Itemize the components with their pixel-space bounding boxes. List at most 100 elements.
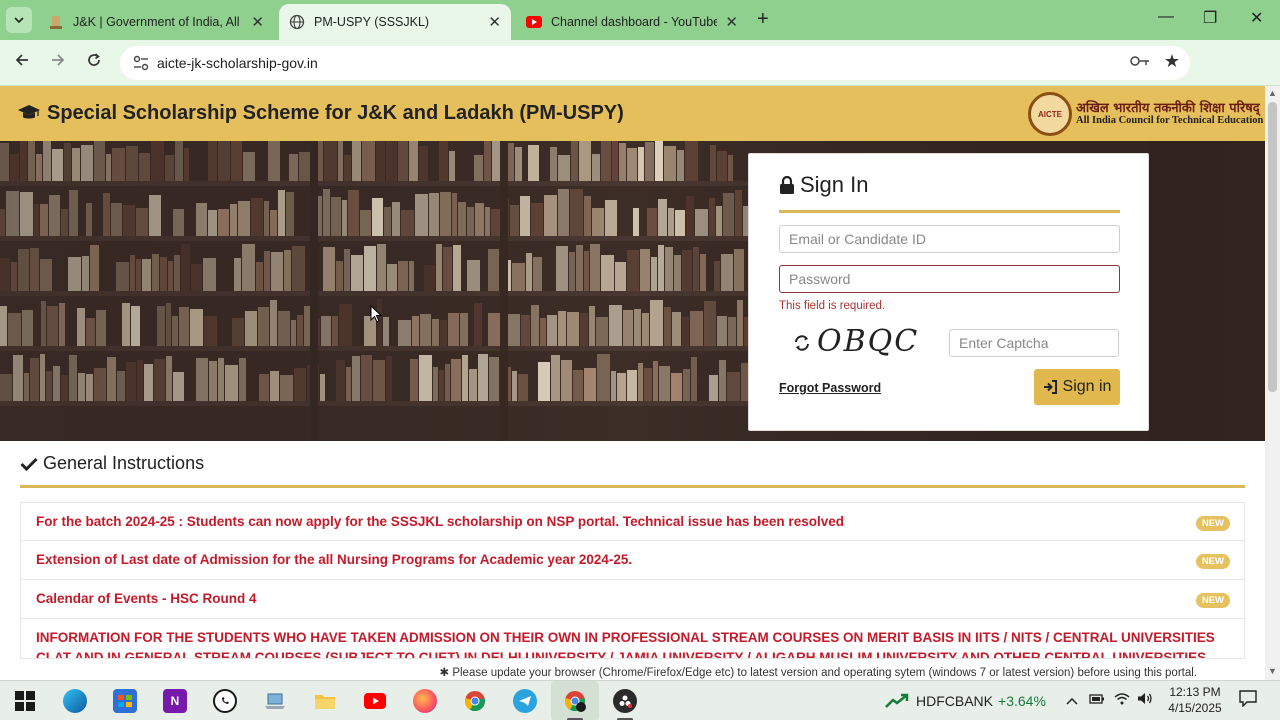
graduation-cap-icon [18, 105, 40, 119]
instructions-divider [20, 485, 1245, 488]
browser-toolbar: aicte-jk-scholarship-gov.in ★ S ⋮ [0, 40, 1280, 115]
signin-button-label: Sign in [1062, 378, 1112, 395]
forward-button[interactable] [50, 52, 66, 73]
tab-title: PM-USPY (SSSJKL) [314, 15, 430, 29]
notice-item[interactable]: INFORMATION FOR THE STUDENTS WHO HAVE TA… [20, 619, 1245, 659]
globe-icon [289, 14, 305, 30]
refresh-captcha-icon[interactable] [793, 334, 811, 357]
page-scrollbar[interactable]: ▲ ▼ [1265, 86, 1280, 680]
notification-icon[interactable] [1239, 690, 1257, 710]
telegram-icon[interactable] [513, 689, 537, 713]
mouse-cursor-icon [370, 305, 382, 323]
captcha-input[interactable]: Enter Captcha [949, 329, 1119, 357]
stock-ticker[interactable]: HDFCBANK +3.64% [916, 693, 1046, 709]
youtube-icon [526, 14, 542, 30]
signin-divider [779, 210, 1120, 213]
obs-icon[interactable] [613, 689, 637, 713]
signin-card: Sign In Email or Candidate ID Password T… [748, 153, 1149, 431]
tab-title: J&K | Government of India, All I [73, 15, 244, 29]
chrome-profile-icon[interactable] [563, 689, 587, 713]
youtube-app-icon[interactable] [363, 689, 387, 713]
reload-button[interactable] [86, 52, 102, 73]
aicte-logo: AICTE [1028, 92, 1072, 136]
scroll-up-icon[interactable]: ▲ [1268, 88, 1277, 98]
browser-update-notice: ✱ Please update your browser (Chrome/Fir… [0, 660, 1265, 682]
windows-taskbar: N HDFCBANK +3.64% 12:13 PM 4/15/2025 [0, 680, 1280, 720]
new-tab-button[interactable]: + [757, 8, 769, 31]
screen: J&K | Government of India, All I ✕ PM-US… [0, 0, 1280, 720]
bookmark-star-icon[interactable]: ★ [1164, 51, 1180, 72]
battery-icon[interactable] [1089, 692, 1105, 708]
edge-icon[interactable] [63, 689, 87, 713]
wifi-icon[interactable] [1114, 692, 1130, 708]
system-clock[interactable]: 12:13 PM 4/15/2025 [1160, 684, 1230, 716]
password-field[interactable]: Password [779, 265, 1120, 293]
firefox-icon[interactable] [413, 689, 437, 713]
signin-heading: Sign In [779, 172, 869, 198]
scroll-down-icon[interactable]: ▼ [1268, 666, 1277, 676]
close-tab-icon[interactable]: ✕ [725, 13, 738, 31]
site-title: Special Scholarship Scheme for J&K and L… [47, 102, 624, 124]
lock-icon [780, 175, 794, 194]
notice-text-continued[interactable]: CLAT AND IN GENERAL STREAM COURSES (SUBJ… [36, 650, 1206, 658]
back-button[interactable] [14, 52, 30, 73]
file-explorer-icon[interactable] [313, 689, 337, 713]
notice-item[interactable]: Calendar of Events - HSC Round 4 NEW [20, 580, 1245, 619]
store-icon[interactable] [113, 689, 137, 713]
tab-search-button[interactable] [6, 7, 32, 33]
laptop-icon[interactable] [263, 689, 287, 713]
windows-start-icon[interactable] [13, 689, 37, 713]
close-tab-icon[interactable]: ✕ [488, 13, 501, 31]
tab-youtube-dashboard[interactable]: Channel dashboard - YouTube ✕ [516, 4, 748, 40]
arrow-left-icon [15, 54, 28, 66]
volume-icon[interactable] [1137, 692, 1153, 708]
minimize-button[interactable]: — [1158, 8, 1174, 26]
instructions-title: General Instructions [43, 453, 205, 473]
instructions-heading: General Instructions [20, 453, 204, 474]
site-header: Special Scholarship Scheme for J&K and L… [0, 86, 1265, 141]
password-error: This field is required. [779, 300, 886, 312]
scrollbar-thumb[interactable] [1268, 102, 1277, 392]
org-name-hindi: अखिल भारतीय तकनीकी शिक्षा परिषद् [1076, 101, 1260, 116]
signin-title: Sign In [800, 172, 869, 197]
notice-item[interactable]: For the batch 2024-25 : Students can now… [20, 502, 1245, 541]
notice-text[interactable]: Calendar of Events - HSC Round 4 [36, 591, 257, 606]
password-key-icon[interactable] [1130, 55, 1150, 70]
stock-change: +3.64% [998, 693, 1046, 709]
tab-strip: J&K | Government of India, All I ✕ PM-US… [0, 0, 1280, 40]
close-tab-icon[interactable]: ✕ [251, 13, 264, 31]
org-name-english: All India Council for Technical Educatio… [1076, 115, 1264, 126]
check-icon [20, 457, 38, 471]
site-info-icon[interactable] [132, 54, 150, 72]
sign-in-icon [1043, 380, 1057, 394]
close-window-button[interactable]: ✕ [1250, 8, 1263, 28]
notice-text[interactable]: INFORMATION FOR THE STUDENTS WHO HAVE TA… [36, 630, 1215, 645]
notice-text[interactable]: Extension of Last date of Admission for … [36, 552, 632, 567]
notice-text[interactable]: For the batch 2024-25 : Students can now… [36, 514, 844, 529]
tab-title: Channel dashboard - YouTube [551, 15, 718, 29]
url-text: aicte-jk-scholarship-gov.in [157, 55, 318, 71]
onenote-icon[interactable]: N [163, 689, 187, 713]
chrome-icon[interactable] [463, 689, 487, 713]
update-message: ✱ Please update your browser (Chrome/Fir… [439, 667, 1198, 679]
address-bar[interactable]: aicte-jk-scholarship-gov.in ★ [120, 46, 1190, 80]
tab-pm-uspy[interactable]: PM-USPY (SSSJKL) ✕ [279, 4, 511, 40]
forgot-password-link[interactable]: Forgot Password [779, 381, 881, 395]
stock-trend-icon [885, 693, 909, 708]
whatsapp-icon[interactable] [213, 689, 237, 713]
new-badge: NEW [1195, 516, 1230, 531]
logo-text: AICTE [1038, 109, 1062, 119]
reload-icon [88, 53, 100, 66]
signin-button[interactable]: Sign in [1034, 369, 1120, 405]
email-field[interactable]: Email or Candidate ID [779, 225, 1120, 253]
clock-time: 12:13 PM [1169, 685, 1221, 699]
arrow-right-icon [52, 54, 65, 66]
maximize-button[interactable]: ❐ [1203, 8, 1217, 28]
new-badge: NEW [1195, 554, 1230, 569]
emblem-icon [48, 14, 64, 30]
chevron-up-icon[interactable] [1066, 692, 1078, 708]
tab-jk-government[interactable]: J&K | Government of India, All I ✕ [38, 4, 274, 40]
notice-item[interactable]: Extension of Last date of Admission for … [20, 541, 1245, 580]
clock-date: 4/15/2025 [1168, 701, 1222, 715]
captcha-image: OBQC [817, 324, 920, 359]
